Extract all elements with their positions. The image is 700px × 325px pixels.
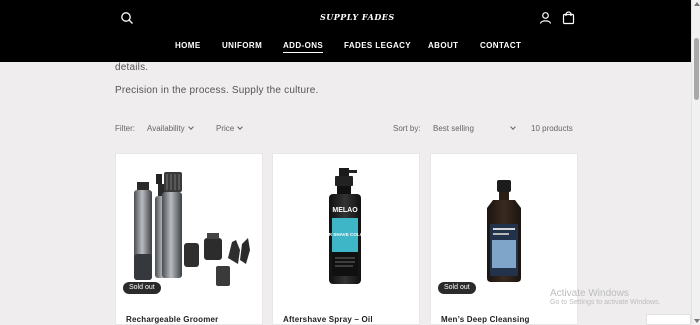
nav-uniform[interactable]: UNIFORM [222, 40, 262, 52]
chevron-down-icon [237, 124, 244, 130]
filter-label: Filter: [115, 124, 135, 133]
price-filter-label: Price [216, 124, 235, 133]
nav-home[interactable]: HOME [175, 40, 201, 52]
sold-out-badge: Sold out [123, 282, 161, 294]
sort-select[interactable]: Best selling [433, 123, 517, 135]
site-header: SUPPLY FADES HOME UNIFORM ADD-ONS FADES … [0, 0, 700, 62]
product-title[interactable]: Rechargeable Groomer [126, 315, 218, 324]
collection-description-line-2: Precision in the process. Supply the cul… [115, 85, 319, 96]
site-logo[interactable]: SUPPLY FADES [320, 9, 394, 25]
bottle-brand-text: MELAO [332, 207, 358, 214]
product-image-cleansing-shampoo[interactable] [431, 154, 577, 299]
availability-filter[interactable]: Availability [147, 123, 194, 135]
product-image-aftershave-spray[interactable]: MELAO AFTER SHAVE COLOGNE [273, 154, 419, 299]
nav-contact[interactable]: CONTACT [480, 40, 521, 52]
nav-about[interactable]: ABOUT [428, 40, 458, 52]
activate-windows-title: Activate Windows [550, 288, 629, 299]
collection-description-line-1: details. [115, 62, 149, 73]
main-nav: HOME UNIFORM ADD-ONS FADES LEGACY ABOUT … [0, 40, 700, 54]
activate-windows-subtitle: Go to Settings to activate Windows. [550, 299, 661, 306]
availability-filter-label: Availability [147, 124, 185, 133]
price-filter[interactable]: Price [216, 123, 244, 135]
product-image-groomer[interactable] [116, 154, 262, 299]
scroll-down-arrow-icon[interactable] [694, 319, 700, 323]
filter-bar: Filter: Availability Price Sort by: Best… [115, 123, 577, 135]
search-icon[interactable] [120, 11, 134, 25]
sold-out-badge: Sold out [438, 282, 476, 294]
nav-fades-legacy[interactable]: FADES LEGACY [344, 40, 411, 52]
product-title[interactable]: Aftershave Spray – Oil [283, 315, 373, 324]
product-card[interactable]: MELAO AFTER SHAVE COLOGNE Aftershave Spr… [272, 153, 420, 325]
product-title[interactable]: Men’s Deep Cleansing [441, 315, 530, 324]
chat-widget[interactable] [646, 314, 691, 325]
scrollbar-thumb[interactable] [694, 38, 699, 100]
account-icon[interactable] [539, 11, 552, 25]
sort-label: Sort by: [393, 124, 421, 133]
bottle-label-text: AFTER SHAVE COLOGNE [317, 232, 374, 237]
cart-icon[interactable] [562, 11, 575, 25]
nav-add-ons[interactable]: ADD-ONS [283, 40, 324, 53]
sort-select-value: Best selling [433, 124, 474, 133]
chevron-down-icon [187, 124, 194, 130]
product-card[interactable]: Sold out Rechargeable Groomer [115, 153, 263, 325]
product-count: 10 products [531, 124, 573, 133]
chevron-down-icon [510, 124, 516, 130]
page-scrollbar[interactable] [691, 0, 700, 325]
scroll-up-arrow-icon[interactable] [694, 2, 700, 6]
